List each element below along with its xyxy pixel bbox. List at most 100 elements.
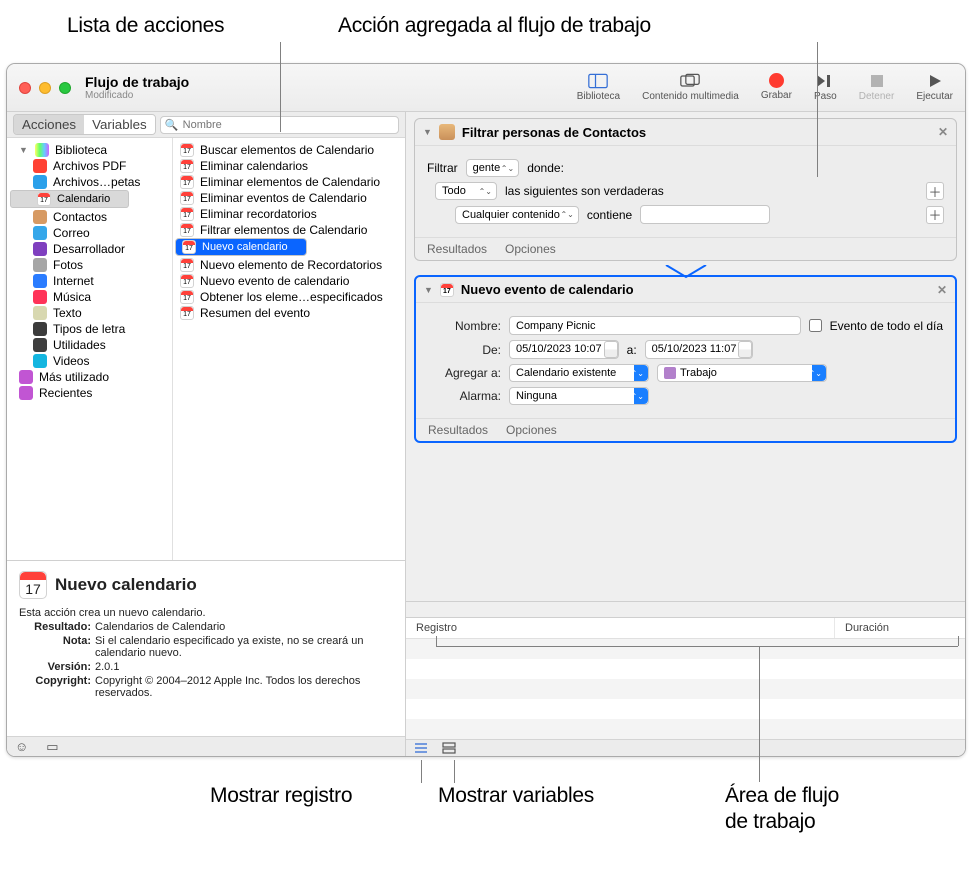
- info-result-val: Calendarios de Calendario: [95, 621, 225, 633]
- alarm-select[interactable]: Ninguna⌃⌄: [509, 387, 649, 405]
- toolbar-run-button[interactable]: Ejecutar: [916, 73, 953, 102]
- action-list-item[interactable]: Eliminar calendarios: [175, 158, 403, 174]
- disclosure-icon[interactable]: ▼: [424, 285, 433, 295]
- library-item[interactable]: Música: [7, 289, 172, 305]
- toolbar-label: Ejecutar: [916, 91, 953, 102]
- to-date-input[interactable]: 05/10/2023 11:07: [645, 340, 754, 359]
- title-stack: Flujo de trabajo Modificado: [85, 74, 189, 101]
- options-tab[interactable]: Opciones: [505, 242, 556, 256]
- action-list-item[interactable]: Obtener los eleme…especificados: [175, 289, 403, 305]
- action-list-item[interactable]: Nuevo elemento de Recordatorios: [175, 257, 403, 273]
- results-tab[interactable]: Resultados: [427, 242, 487, 256]
- name-label: Nombre:: [428, 319, 501, 333]
- footer-smiley-icon[interactable]: ☺: [15, 739, 28, 754]
- action-title: Nuevo evento de calendario: [461, 282, 634, 297]
- category-icon: [33, 175, 47, 189]
- callout-show-vars: Mostrar variables: [438, 784, 594, 808]
- allday-checkbox[interactable]: [809, 319, 822, 332]
- action-list-item[interactable]: Filtrar elementos de Calendario: [175, 222, 403, 238]
- action-header: ▼ Filtrar personas de Contactos ✕: [415, 119, 956, 146]
- library-item[interactable]: Correo: [7, 225, 172, 241]
- search-icon: 🔍: [165, 118, 179, 131]
- add-condition-button[interactable]: ＋: [926, 206, 944, 224]
- options-tab[interactable]: Opciones: [506, 423, 557, 437]
- callout-line: [280, 42, 281, 132]
- library-item[interactable]: Utilidades: [7, 337, 172, 353]
- library-item[interactable]: Archivos…petas: [7, 174, 172, 190]
- toolbar-media-button[interactable]: Contenido multimedia: [642, 73, 739, 102]
- action-list[interactable]: Buscar elementos de CalendarioEliminar c…: [173, 138, 405, 560]
- library-item[interactable]: Calendario: [10, 190, 129, 208]
- log-col-duracion[interactable]: Duración: [835, 618, 965, 638]
- action-list-item[interactable]: Eliminar elementos de Calendario: [175, 174, 403, 190]
- action-list-item[interactable]: Buscar elementos de Calendario: [175, 142, 403, 158]
- left-footer: ☺ ▭: [7, 736, 405, 756]
- action-footer: Resultados Opciones: [415, 237, 956, 260]
- action-list-item[interactable]: Eliminar eventos de Calendario: [175, 190, 403, 206]
- library-item[interactable]: Videos: [7, 353, 172, 369]
- library-item-label: Recientes: [39, 386, 92, 400]
- library-item[interactable]: Fotos: [7, 257, 172, 273]
- zoom-window-button[interactable]: [59, 82, 71, 94]
- show-log-button[interactable]: [414, 742, 428, 754]
- event-name-input[interactable]: [509, 316, 801, 335]
- action-filter-contacts[interactable]: ▼ Filtrar personas de Contactos ✕ Filtra…: [414, 118, 957, 261]
- library-item[interactable]: Texto: [7, 305, 172, 321]
- segment-actions[interactable]: Acciones: [14, 115, 84, 134]
- action-new-calendar-event[interactable]: ▼ Nuevo evento de calendario ✕ Nombre: E…: [414, 275, 957, 443]
- log-col-registro[interactable]: Registro: [406, 618, 835, 638]
- calendar-icon: [180, 191, 194, 205]
- action-title: Filtrar personas de Contactos: [462, 125, 646, 140]
- calendar-select[interactable]: Trabajo⌃⌄: [657, 364, 827, 382]
- category-icon: [33, 306, 47, 320]
- close-icon[interactable]: ✕: [937, 283, 947, 297]
- show-variables-button[interactable]: [442, 742, 456, 754]
- filter-people-select[interactable]: gente⌃⌄: [466, 159, 520, 177]
- library-item[interactable]: Contactos: [7, 209, 172, 225]
- filter-all-select[interactable]: Todo⌃⌄: [435, 182, 497, 200]
- from-date-input[interactable]: 05/10/2023 10:07: [509, 340, 619, 359]
- callout-line: [817, 42, 818, 177]
- segment-variables[interactable]: Variables: [84, 115, 155, 134]
- footer-expand-icon[interactable]: ▭: [46, 739, 58, 755]
- action-list-item[interactable]: Nuevo evento de calendario: [175, 273, 403, 289]
- workflow-scroll[interactable]: ▼ Filtrar personas de Contactos ✕ Filtra…: [406, 112, 965, 601]
- minimize-window-button[interactable]: [39, 82, 51, 94]
- disclosure-icon[interactable]: ▼: [19, 145, 29, 155]
- disclosure-icon[interactable]: ▼: [423, 127, 432, 137]
- library-item[interactable]: Desarrollador: [7, 241, 172, 257]
- library-item[interactable]: Tipos de letra: [7, 321, 172, 337]
- add-rule-button[interactable]: ＋: [926, 182, 944, 200]
- contains-input[interactable]: [640, 205, 770, 224]
- addto-select[interactable]: Calendario existente⌃⌄: [509, 364, 649, 382]
- library-smart-item[interactable]: Recientes: [7, 385, 172, 401]
- library-root[interactable]: ▼Biblioteca: [7, 142, 172, 158]
- toolbar-stop-button[interactable]: Detener: [859, 73, 895, 102]
- calendar-icon: [440, 283, 454, 297]
- action-list-item[interactable]: Resumen del evento: [175, 305, 403, 321]
- category-icon: [33, 290, 47, 304]
- action-list-item[interactable]: Eliminar recordatorios: [175, 206, 403, 222]
- results-tab[interactable]: Resultados: [428, 423, 488, 437]
- category-icon: [33, 210, 47, 224]
- action-list-item[interactable]: Nuevo calendario: [175, 238, 307, 256]
- anycontent-select[interactable]: Cualquier contenido⌃⌄: [455, 206, 579, 224]
- close-window-button[interactable]: [19, 82, 31, 94]
- toolbar-record-button[interactable]: Grabar: [761, 73, 792, 101]
- library-item-label: Videos: [53, 354, 89, 368]
- toolbar-library-button[interactable]: Biblioteca: [577, 73, 620, 102]
- where-label: donde:: [527, 161, 564, 175]
- library-item[interactable]: Archivos PDF: [7, 158, 172, 174]
- following-label: las siguientes son verdaderas: [505, 184, 664, 198]
- category-icon: [33, 242, 47, 256]
- close-icon[interactable]: ✕: [938, 125, 948, 139]
- action-label: Nuevo elemento de Recordatorios: [200, 258, 382, 272]
- toolbar-label: Contenido multimedia: [642, 91, 739, 102]
- library-smart-item[interactable]: Más utilizado: [7, 369, 172, 385]
- filter-label: Filtrar: [427, 161, 458, 175]
- library-item-label: Texto: [53, 306, 82, 320]
- library-item[interactable]: Internet: [7, 273, 172, 289]
- log-zone: Registro Duración: [406, 601, 965, 756]
- library-tree[interactable]: ▼BibliotecaArchivos PDFArchivos…petasCal…: [7, 138, 173, 560]
- action-label: Nuevo evento de calendario: [200, 274, 349, 288]
